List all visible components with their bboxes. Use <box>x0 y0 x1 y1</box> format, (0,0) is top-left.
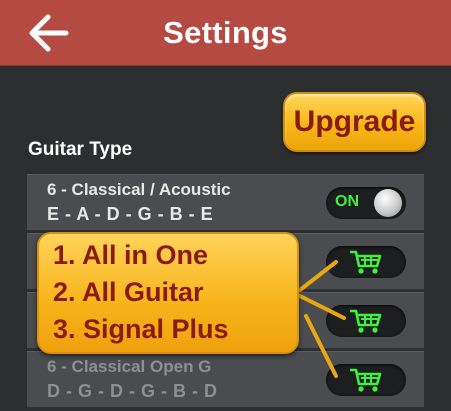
callout-item: 3. Signal Plus <box>53 314 229 344</box>
upgrade-callout: 1. All in One 2. All Guitar 3. Signal Pl… <box>37 232 299 354</box>
callout-item: 1. All in One <box>53 240 209 270</box>
callout-item: 2. All Guitar <box>53 277 204 307</box>
